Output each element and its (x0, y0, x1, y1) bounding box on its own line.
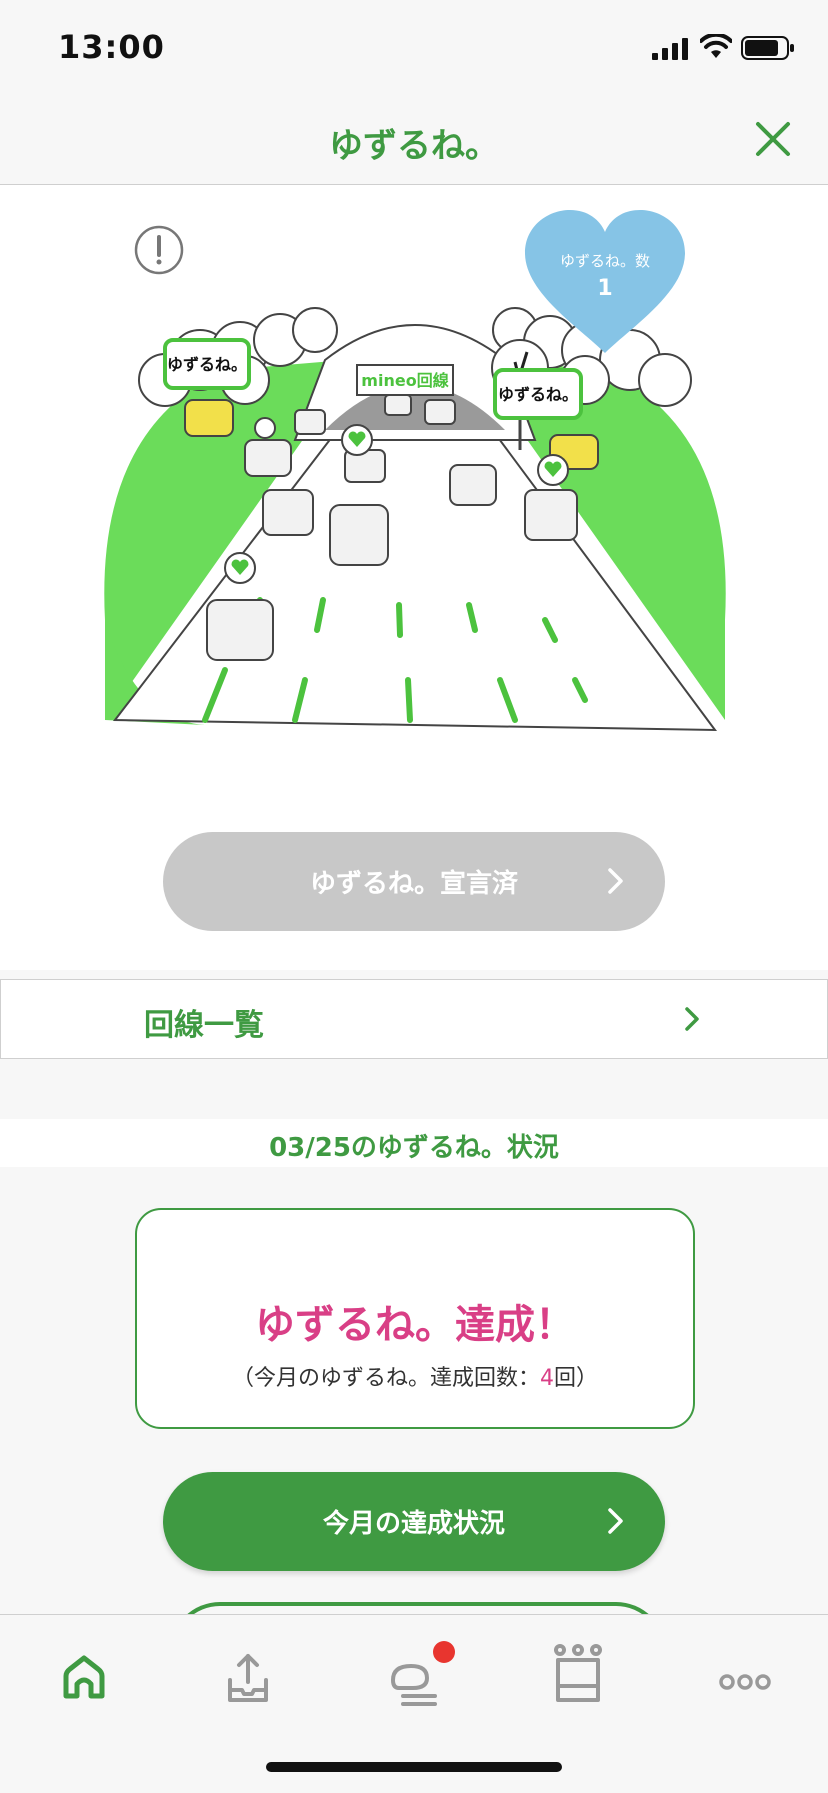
sign-text-right: ゆずるね。 (498, 385, 578, 404)
chevron-right-icon (685, 1007, 699, 1031)
achievement-subtext: （今月のゆずるね。達成回数：4回） (137, 1360, 693, 1392)
notification-badge (433, 1641, 455, 1663)
highway-illustration: mineo回線 ゆずるね。 ゆずるね。 (104, 307, 726, 732)
chat-icon (391, 1664, 437, 1706)
sign-text-left: ゆずるね。 (167, 355, 247, 374)
heart-count-label: ゆずるね。数 (559, 252, 650, 270)
achievement-count: 4 (540, 1366, 554, 1391)
status-time: 13:00 (58, 28, 165, 66)
close-button[interactable] (752, 118, 794, 160)
achievement-sub-prefix: （今月のゆずるね。達成回数： (231, 1366, 540, 1391)
home-indicator (266, 1762, 562, 1772)
tab-more[interactable] (705, 1640, 785, 1720)
declared-button[interactable]: ゆずるね。宣言済 (163, 832, 665, 931)
signal-icon (652, 38, 688, 60)
achievement-sub-suffix: 回） (554, 1366, 599, 1391)
page-title: ゆずるね。 (329, 126, 499, 166)
monthly-status-button[interactable]: 今月の達成状況 (163, 1472, 665, 1571)
more-icon (719, 1674, 771, 1690)
monthly-status-label: 今月の達成状況 (322, 1509, 505, 1539)
tunnel-sign-text: mineo回線 (361, 371, 448, 390)
achievement-card: ゆずるね。達成！ （今月のゆずるね。達成回数：4回） (135, 1208, 695, 1429)
status-section-header: 03/25のゆずるね。状況 (0, 1119, 828, 1167)
home-icon (63, 1655, 105, 1699)
line-list-row[interactable]: 回線一覧 (0, 979, 828, 1059)
tab-upload[interactable] (208, 1640, 288, 1720)
line-list-label: 回線一覧 (144, 1008, 264, 1043)
status-section-title: 03/25のゆずるね。状況 (269, 1133, 559, 1163)
achievement-title: ゆずるね。達成！ (255, 1302, 575, 1348)
upload-tray-icon (228, 1654, 268, 1702)
tab-ranking[interactable] (538, 1640, 618, 1720)
declared-button-label: ゆずるね。宣言済 (309, 869, 518, 899)
navigation-bar: ゆずるね。 (0, 100, 828, 185)
exclamation-icon (134, 225, 184, 275)
heart-count-value: 1 (597, 276, 613, 301)
info-button[interactable] (134, 225, 184, 275)
chevron-right-icon (608, 868, 623, 894)
tab-home[interactable] (44, 1640, 124, 1720)
wifi-icon (700, 34, 732, 58)
battery-icon (741, 36, 794, 60)
crown-icon (554, 1644, 602, 1702)
close-icon (756, 122, 790, 156)
chevron-right-icon (608, 1508, 623, 1534)
